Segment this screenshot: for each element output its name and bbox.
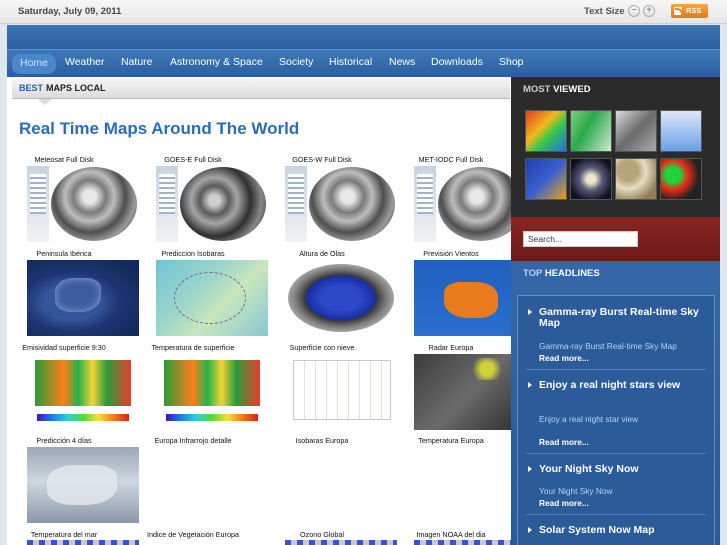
map-thumbnail[interactable] [414, 166, 511, 242]
text-size-label: Text Size [584, 6, 625, 17]
most-viewed-section: MOST VIEWED [511, 77, 720, 217]
headline-title[interactable]: Your Night Sky Now [539, 464, 699, 475]
tab-word-maps-local: MAPS LOCAL [46, 83, 106, 93]
map-caption[interactable]: Indice de Vegetación Europa [134, 530, 252, 539]
best-maps-tab: BEST MAPS LOCAL [12, 79, 510, 105]
most-viewed-thumbnail[interactable] [660, 110, 702, 152]
main-nav: Home Weather Nature Astronomy & Space So… [7, 49, 720, 77]
headline-description: Enjoy a real night star view [539, 414, 639, 424]
map-caption[interactable]: Isobaras Europa [263, 436, 381, 445]
site-header [7, 25, 720, 49]
read-more-link[interactable]: Read more... [539, 353, 589, 363]
map-caption[interactable]: Previsión Vientos [392, 249, 510, 258]
map-thumbnail[interactable] [27, 540, 139, 545]
current-date: Saturday, July 09, 2011 [18, 6, 122, 17]
nav-shop[interactable]: Shop [499, 56, 524, 68]
map-thumbnail[interactable] [156, 354, 268, 430]
headline-title[interactable]: Gamma-ray Burst Real-time Sky Map [539, 307, 699, 329]
map-caption[interactable]: Imagen NOAA del dia [392, 530, 510, 539]
map-thumbnail[interactable] [285, 260, 397, 336]
nav-home[interactable]: Home [12, 54, 57, 74]
rss-icon [674, 7, 683, 16]
top-bar: Saturday, July 09, 2011 Text Size − + RS… [0, 0, 727, 24]
top-headlines-title: TOP HEADLINES [523, 268, 600, 279]
bullet-arrow-icon [528, 382, 532, 388]
map-caption[interactable]: Predicción 4 días [7, 436, 123, 445]
map-thumbnail[interactable] [285, 354, 397, 430]
map-caption[interactable]: MET-IODC Full Disk [392, 155, 510, 164]
search-input[interactable] [523, 231, 638, 247]
map-caption[interactable]: Altura de Olas [263, 249, 381, 258]
nav-downloads[interactable]: Downloads [431, 56, 483, 68]
headline-description: Your Night Sky Now [539, 486, 613, 496]
map-caption[interactable]: Superficie con nieve [263, 343, 381, 352]
nav-nature[interactable]: Nature [121, 56, 153, 68]
most-viewed-thumbnail[interactable] [525, 110, 567, 152]
sidebar: MOST VIEWED TOP HEADLINES Gamma-ray Burs… [511, 77, 720, 545]
map-caption[interactable]: Ozono Global [263, 530, 381, 539]
best-maps-label: BEST MAPS LOCAL [19, 83, 106, 93]
headline-title[interactable]: Solar System Now Map [539, 525, 699, 536]
map-caption[interactable]: Emisividad superficie 9:30 [7, 343, 123, 352]
map-caption[interactable]: GOES-W Full Disk [263, 155, 381, 164]
headline-description: Gamma-ray Burst Real-time Sky Map [539, 341, 677, 351]
map-thumbnail[interactable] [414, 354, 511, 430]
most-viewed-thumbnail[interactable] [615, 158, 657, 200]
main-content: BEST MAPS LOCAL Real Time Maps Around The… [7, 77, 511, 545]
map-thumbnail[interactable] [156, 166, 268, 242]
map-thumbnail[interactable] [27, 166, 139, 242]
divider [526, 453, 706, 454]
read-more-link[interactable]: Read more... [539, 437, 589, 447]
nav-astronomy-space[interactable]: Astronomy & Space [170, 56, 263, 68]
tab-notch [38, 99, 52, 105]
most-viewed-thumbnail[interactable] [570, 110, 612, 152]
map-caption[interactable]: Temperatura de superficie [134, 343, 252, 352]
most-viewed-thumbnail[interactable] [525, 158, 567, 200]
most-viewed-thumbnail[interactable] [660, 158, 702, 200]
bullet-arrow-icon [528, 527, 532, 533]
map-caption[interactable]: Temperatura Europa [392, 436, 510, 445]
most-viewed-grid [525, 110, 707, 202]
rss-label: RSS [686, 6, 702, 15]
bullet-arrow-icon [528, 309, 532, 315]
map-caption[interactable]: Prediccion Isobaras [134, 249, 252, 258]
divider [526, 369, 706, 370]
decrease-text-size-button[interactable]: − [628, 5, 640, 17]
most-viewed-word1: MOST [523, 84, 551, 95]
read-more-link[interactable]: Read more... [539, 498, 589, 508]
map-thumbnail[interactable] [27, 447, 139, 523]
map-thumbnail[interactable] [156, 260, 268, 336]
divider [526, 514, 706, 515]
map-thumbnail[interactable] [27, 260, 139, 336]
most-viewed-thumbnail[interactable] [570, 158, 612, 200]
page-title: Real Time Maps Around The World [19, 119, 300, 138]
bullet-arrow-icon [528, 466, 532, 472]
search-section [511, 217, 720, 261]
map-thumbnail[interactable] [414, 260, 511, 336]
most-viewed-title: MOST VIEWED [523, 84, 591, 95]
nav-historical[interactable]: Historical [329, 56, 372, 68]
map-caption[interactable]: Radar Europa [392, 343, 510, 352]
nav-weather[interactable]: Weather [65, 56, 105, 68]
map-caption[interactable]: Meteosat Full Disk [7, 155, 123, 164]
top-headlines-word1: TOP [523, 268, 543, 279]
map-thumbnail[interactable] [285, 166, 397, 242]
nav-society[interactable]: Society [279, 56, 313, 68]
tab-word-best: BEST [19, 83, 44, 93]
top-headlines-section: TOP HEADLINES Gamma-ray Burst Real-time … [511, 261, 720, 545]
most-viewed-word2: VIEWED [553, 84, 591, 95]
map-caption[interactable]: Temperatura del mar [7, 530, 123, 539]
increase-text-size-button[interactable]: + [643, 5, 655, 17]
map-thumbnail[interactable] [27, 354, 139, 430]
top-headlines-word2: HEADLINES [544, 268, 600, 279]
map-caption[interactable]: Peninsula Ibérica [7, 249, 123, 258]
headline-title[interactable]: Enjoy a real night stars view [539, 380, 699, 391]
rss-button[interactable]: RSS [671, 4, 708, 18]
most-viewed-thumbnail[interactable] [615, 110, 657, 152]
map-caption[interactable]: Europa Infrarrojo detalle [134, 436, 252, 445]
nav-news[interactable]: News [389, 56, 415, 68]
map-thumbnail[interactable] [414, 540, 511, 545]
map-thumbnail[interactable] [285, 540, 397, 545]
map-caption[interactable]: GOES-E Full Disk [134, 155, 252, 164]
